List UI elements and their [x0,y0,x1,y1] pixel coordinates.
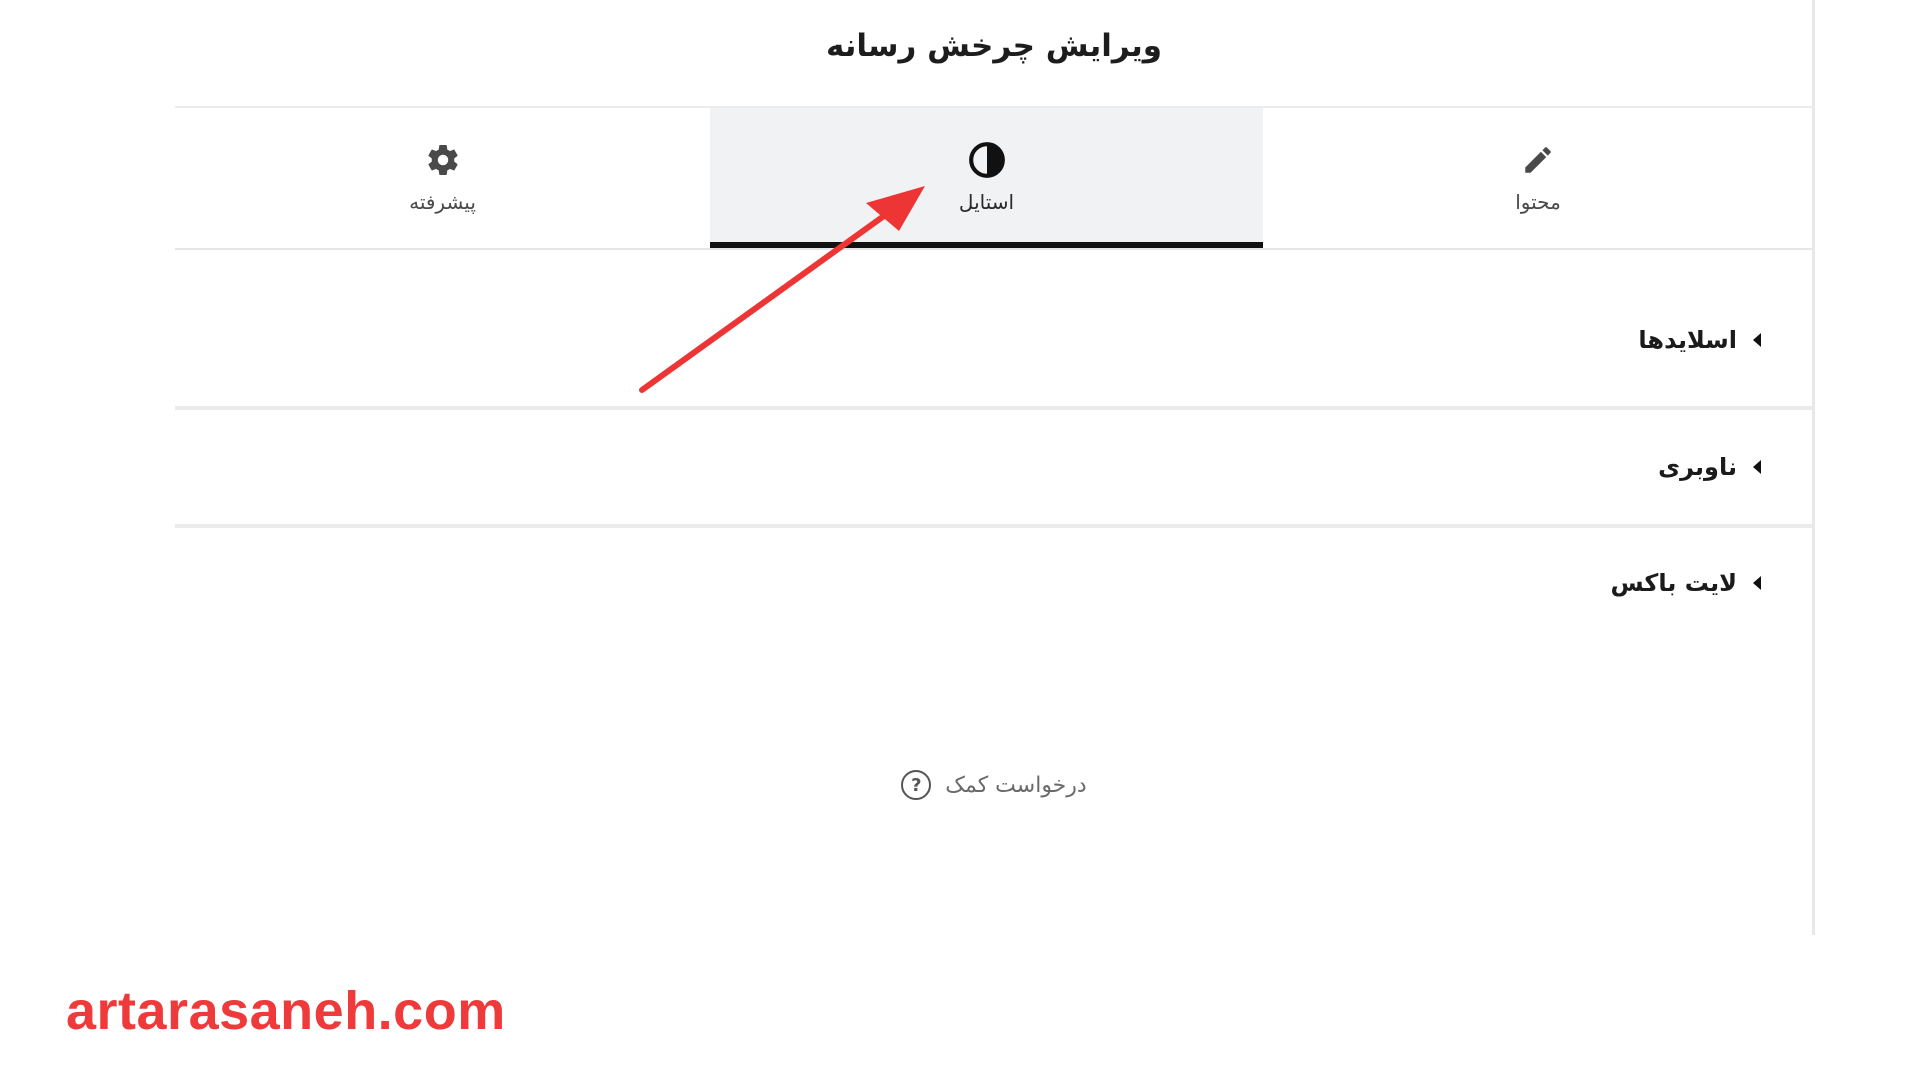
tab-label: محتوا [1515,190,1561,214]
section-title: اسلایدها [1638,326,1737,354]
page: ویرایش چرخش رسانه محتوا استایل پیشرفته ا… [0,0,1920,1080]
section-title: ناوبری [1658,453,1737,481]
tab-content[interactable]: محتوا [1263,108,1813,248]
question-icon: ? [901,770,932,800]
caret-left-icon [1753,460,1761,474]
help-label: درخواست کمک [945,772,1087,798]
tab-style[interactable]: استایل [710,108,1263,248]
panel-header: ویرایش چرخش رسانه [175,0,1813,108]
tab-advanced[interactable]: پیشرفته [175,108,710,248]
tab-label: پیشرفته [409,190,476,214]
section-title: لایت باکس [1610,569,1737,597]
pencil-icon [1518,140,1558,180]
section-header: اسلایدها [1638,326,1761,354]
section-slides[interactable]: اسلایدها [175,250,1813,410]
section-navigation[interactable]: ناوبری [175,410,1813,528]
editor-panel: ویرایش چرخش رسانه محتوا استایل پیشرفته ا… [175,0,1813,935]
tab-bar: محتوا استایل پیشرفته [175,108,1813,250]
section-lightbox[interactable]: لایت باکس [175,528,1813,638]
tab-label: استایل [958,190,1015,214]
panel-title: ویرایش چرخش رسانه [825,28,1163,64]
caret-left-icon [1753,576,1761,590]
help-link[interactable]: درخواست کمک ? [175,770,1813,800]
contrast-icon [967,140,1007,180]
watermark: artarasaneh.com [66,981,506,1041]
panel-border [1812,0,1815,935]
gear-icon [423,140,463,180]
caret-left-icon [1753,333,1761,347]
